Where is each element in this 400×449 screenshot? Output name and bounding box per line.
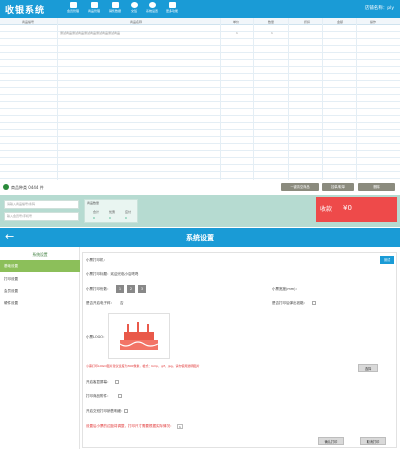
discount-value: 0: [109, 216, 111, 220]
member-icon: [69, 2, 77, 8]
toolbar-goods-button[interactable]: 商品管理: [84, 2, 104, 17]
hang-order-button[interactable]: 挂单/取单: [322, 183, 354, 191]
total-value: 0: [93, 216, 95, 220]
sidebar-item-print[interactable]: 打印设置: [0, 273, 80, 285]
toolbar-label: 交班: [130, 9, 137, 13]
checkout-label: 收款: [320, 206, 333, 213]
checkout-amount: ¥0: [343, 204, 352, 212]
cash-drawer-checkbox[interactable]: [312, 301, 316, 305]
toolbar-more-button[interactable]: 更多功能: [162, 2, 182, 17]
more-icon: [168, 2, 176, 8]
toolbar-settings-button[interactable]: 系统设置: [142, 2, 162, 17]
print-count-label: 小票打印份数：: [86, 287, 111, 291]
cancel-print-button[interactable]: 取消打印: [360, 437, 386, 445]
toolbar-label: 商品管理: [87, 9, 100, 13]
receipt-title-label: 小票打印标题：欢迎光临小店咚咚: [86, 272, 139, 276]
col-header: 单价: [233, 20, 240, 24]
col-header: 金额: [337, 20, 344, 24]
col-header: 商品名称: [130, 20, 143, 24]
shop-name: 店铺名称：ply: [364, 6, 394, 11]
clear-goods-button[interactable]: 一键清空商品: [281, 183, 319, 191]
grid-divider: [356, 18, 357, 180]
app-title: 收银系统: [5, 6, 46, 16]
grid-divider: [288, 18, 289, 180]
cash-drawer-label: 是否打印后弹出钱箱：: [272, 301, 307, 305]
col-header: 数量: [268, 20, 275, 24]
status-text: 商品种类 0444 件: [11, 185, 44, 190]
col-header: 商品编号: [22, 20, 35, 24]
sidebar-item-hardware[interactable]: 硬件设置: [0, 297, 80, 309]
auto-print-checkbox[interactable]: [124, 409, 128, 413]
toolbar-label: 会员管理: [66, 9, 79, 13]
member-input[interactable]: 输入会员号/手机号: [4, 212, 79, 221]
sidebar-item-member[interactable]: 会员设置: [0, 285, 80, 297]
pay-value: 0: [125, 216, 127, 220]
toolbar-member-button[interactable]: 会员管理: [63, 2, 83, 17]
sidebar-item-basic[interactable]: 基础设置: [0, 260, 80, 272]
discount-label: 优惠: [109, 210, 116, 214]
printer-test-button[interactable]: 测试: [380, 256, 394, 264]
accessory-checkbox[interactable]: [118, 394, 122, 398]
toolbar-shift-button[interactable]: 交班: [124, 2, 144, 17]
user-icon: [3, 184, 9, 190]
warning-select[interactable]: 1: [177, 424, 183, 429]
total-label: 合计: [93, 210, 100, 214]
delete-button[interactable]: 删除: [358, 183, 395, 191]
print-count-2[interactable]: 2: [127, 285, 135, 293]
goods-grid[interactable]: [0, 25, 400, 180]
scale-value[interactable]: 否: [120, 301, 124, 306]
settings-title: 系统设置: [186, 234, 214, 242]
cake-logo-icon: [119, 322, 159, 350]
grid-divider: [57, 18, 58, 180]
sales-icon: [111, 2, 119, 8]
auto-print-label: 开启交班打印销售明细：: [86, 409, 125, 413]
toolbar-label: 销售数据: [108, 9, 121, 13]
checkout-button[interactable]: 收款 ¥0: [316, 197, 397, 222]
warning-text: 设置后小票的边距将调整，打印尺寸需要根据实际情况：: [86, 424, 174, 428]
summary-label: 商品数量: [87, 201, 100, 205]
logo-label: 小票LOGO：: [86, 335, 107, 339]
settings-icon: [148, 2, 156, 8]
grid-divider: [253, 18, 254, 180]
printer-label: 小票打印机：: [86, 258, 107, 262]
toolbar-sales-button[interactable]: 销售数据: [105, 2, 125, 17]
row-qty: 1: [271, 31, 273, 35]
toolbar-label: 系统设置: [145, 9, 158, 13]
toolbar-label: 更多功能: [165, 9, 178, 13]
status-line: 商品种类 0444 件 一键清空商品 挂单/取单 删除: [0, 182, 400, 193]
scale-label: 是否开启电子秤：: [86, 301, 114, 305]
logo-hint: 小票打印LOGO图片建议宽度为300像素，格式：bmp，gif，jpg。请勿使用…: [86, 364, 200, 368]
grid-divider: [220, 18, 221, 180]
logo-choose-button[interactable]: 选择: [358, 364, 378, 372]
col-header: 折扣: [304, 20, 311, 24]
grid-header: 商品编号 商品名称 单价 数量 折扣 金额 操作: [0, 18, 400, 25]
summary-box: 商品数量 合计 0 优惠 0 应付 0: [84, 199, 138, 223]
goods-icon: [90, 2, 98, 8]
confirm-print-button[interactable]: 确认打印: [318, 437, 344, 445]
title-bar: 收银系统 会员管理 商品管理 销售数据 交班 系统设置 更多功能 店铺名称：pl…: [0, 0, 400, 18]
pay-label: 应付: [125, 210, 132, 214]
customer-display-checkbox[interactable]: [115, 380, 119, 384]
receipt-width-label: 小票宽度(mm)：: [272, 287, 300, 291]
accessory-label: 打印商品附件：: [86, 394, 111, 398]
settings-header: ← 系统设置: [0, 228, 400, 247]
print-count-3[interactable]: 3: [138, 285, 146, 293]
col-header: 操作: [370, 20, 377, 24]
customer-display-label: 开启客显屏幕：: [86, 380, 111, 384]
grid-divider: [322, 18, 323, 180]
row-price: 1: [236, 31, 238, 35]
goods-code-input[interactable]: 请输入商品编号/条码: [4, 200, 79, 209]
row-goods-name: 测试商品测试商品测试商品测试商品测试商品: [60, 31, 121, 35]
sidebar-heading: 系统设置: [32, 252, 48, 257]
print-count-1[interactable]: 1: [116, 285, 124, 293]
shift-icon: [130, 2, 138, 8]
